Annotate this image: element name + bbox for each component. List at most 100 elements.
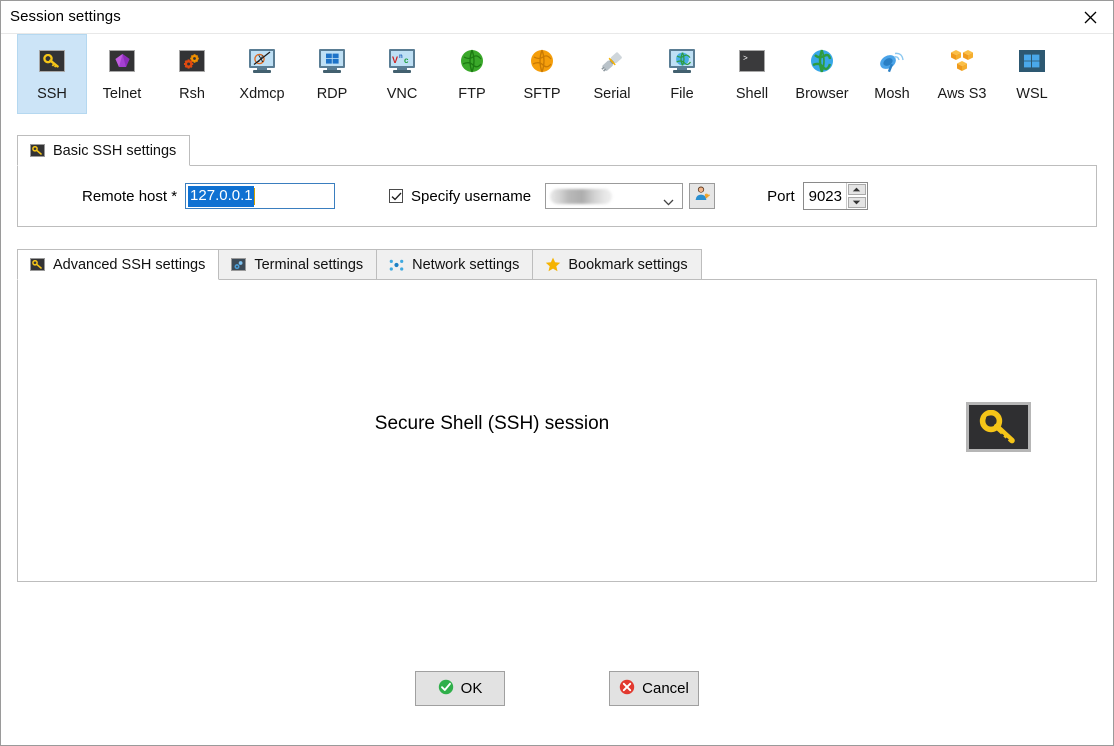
remote-host-value: 127.0.0.1 [188,185,254,207]
port-increment-button[interactable] [847,184,866,195]
browser-globe-icon [806,45,838,77]
remote-host-label: Remote host * [82,187,178,205]
close-button[interactable] [1068,1,1113,33]
session-type-heading: Secure Shell (SSH) session [374,413,610,434]
port-label: Port [767,187,795,205]
protocol-label: SSH [37,86,67,102]
port-spinner[interactable]: 9023 [802,182,868,210]
protocol-mosh[interactable]: Mosh [857,34,927,114]
ftp-globe-icon [456,45,488,77]
tab-advanced-ssh-settings[interactable]: Advanced SSH settings [17,249,220,280]
mosh-satellite-icon [876,45,908,77]
title-bar: Session settings [1,1,1113,34]
tab-label: Network settings [412,256,520,273]
tab-bookmark-settings[interactable]: Bookmark settings [532,249,702,279]
wsl-windows-icon [1016,45,1048,77]
spinner-up-icon [852,187,861,192]
text-caret [253,187,255,205]
advanced-settings-panel: Secure Shell (SSH) session [17,279,1097,582]
port-value: 9023 [808,187,842,205]
chevron-down-icon [663,193,674,211]
check-circle-icon [438,679,454,699]
xdmcp-monitor-icon: X [246,45,278,77]
tab-network-settings[interactable]: Network settings [376,249,534,279]
protocol-file[interactable]: File [647,34,717,114]
vnc-monitor-icon: V n c [386,45,418,77]
cancel-button[interactable]: Cancel [609,671,699,706]
user-select-icon [694,185,711,207]
basic-tab-row: Basic SSH settings [17,135,1097,166]
shell-console-icon: > [736,45,768,77]
tab-label: Advanced SSH settings [53,256,206,273]
cancel-label: Cancel [642,680,689,697]
file-monitor-icon [666,45,698,77]
advanced-settings-section: Advanced SSH settings Terminal settings [17,248,1097,582]
protocol-label: Telnet [102,86,142,102]
protocol-vnc[interactable]: V n c VNC [367,34,437,114]
protocol-rdp[interactable]: RDP [297,34,367,114]
protocol-label: Shell [735,86,769,102]
protocol-ftp[interactable]: FTP [437,34,507,114]
svg-text:n: n [399,54,403,60]
select-user-button[interactable] [689,183,716,209]
basic-settings-panel: Remote host * 127.0.0.1 Specify username [17,165,1097,227]
ssh-key-icon [29,257,46,272]
protocol-label: FTP [458,86,486,102]
basic-settings-section: Basic SSH settings Remote host * 127.0.0… [17,135,1097,227]
x-circle-icon [619,679,635,699]
username-redacted-value [550,188,613,204]
port-spinner-buttons [845,183,867,209]
remote-host-input[interactable]: 127.0.0.1 [185,183,336,209]
ok-button[interactable]: OK [415,671,505,706]
rsh-gears-icon [176,45,208,77]
protocol-label: Browser [795,86,849,102]
star-icon [544,257,561,272]
protocol-telnet[interactable]: Telnet [87,34,157,114]
protocol-label: VNC [386,86,418,102]
terminal-gear-icon [230,257,247,272]
window-title: Session settings [10,8,121,25]
ssh-key-large-icon [966,402,1031,452]
rdp-windows-icon [316,45,348,77]
protocol-label: Rsh [179,86,205,102]
checkmark-icon [391,192,402,200]
sftp-globe-icon [526,45,558,77]
network-dots-icon [388,257,405,272]
tab-basic-ssh-settings[interactable]: Basic SSH settings [17,135,191,166]
protocol-ssh[interactable]: SSH [17,34,87,114]
advanced-tab-row: Advanced SSH settings Terminal settings [17,248,1097,280]
specify-username-checkbox[interactable]: Specify username [389,188,531,205]
protocol-browser[interactable]: Browser [787,34,857,114]
serial-plug-icon [596,45,628,77]
protocol-label: RDP [316,86,348,102]
spinner-down-icon [852,200,861,205]
dialog-footer: OK Cancel [1,657,1113,745]
protocol-label: WSL [1016,86,1048,102]
close-icon [1084,11,1097,23]
protocol-serial[interactable]: Serial [577,34,647,114]
protocol-xdmcp[interactable]: X Xdmcp [227,34,297,114]
protocol-toolbar: SSH Telnet Rsh Xdmcp RDP V n c VNC FTP S… [1,34,1113,130]
protocol-rsh[interactable]: Rsh [157,34,227,114]
svg-text:V: V [392,55,398,65]
tab-label: Basic SSH settings [53,142,177,159]
ssh-key-icon [36,45,68,77]
protocol-wsl[interactable]: WSL [997,34,1067,114]
tab-terminal-settings[interactable]: Terminal settings [218,249,378,279]
svg-text:c: c [404,56,409,65]
specify-username-label: Specify username [411,187,532,205]
session-settings-dialog: Session settings SSH Telnet Rsh Xdmcp RD… [0,0,1114,746]
ssh-key-icon [29,143,46,158]
ok-label: OK [460,680,483,697]
port-decrement-button[interactable] [847,197,866,208]
username-combobox[interactable] [545,183,684,211]
svg-text:>: > [743,55,748,64]
protocol-label: Serial [593,86,631,102]
checkbox-box [389,189,404,203]
protocol-sftp[interactable]: SFTP [507,34,577,114]
tab-label: Terminal settings [254,256,364,273]
aws-s3-cubes-icon [946,45,978,77]
protocol-label: Xdmcp [239,86,285,102]
protocol-shell[interactable]: > Shell [717,34,787,114]
protocol-aws-s3[interactable]: Aws S3 [927,34,997,114]
